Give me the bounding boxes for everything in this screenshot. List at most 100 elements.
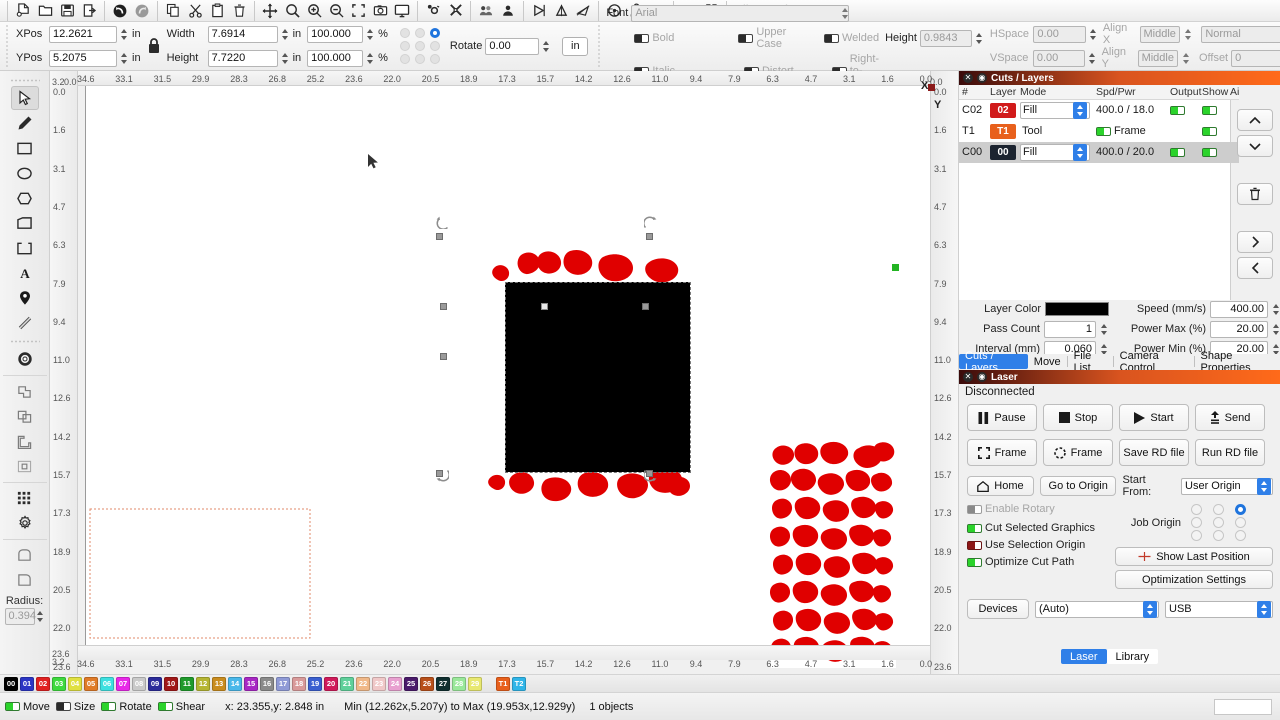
fillet-round-tool[interactable] [11, 543, 39, 567]
zoom-out-icon[interactable] [325, 1, 347, 21]
redo-icon[interactable] [131, 1, 153, 21]
position-marker-tool[interactable] [11, 286, 39, 310]
polygon-tool[interactable] [11, 186, 39, 210]
show-toggle[interactable] [1202, 147, 1217, 157]
shear-toggle[interactable] [157, 702, 173, 711]
tab-cuts-layers[interactable]: Cuts / Layers [959, 350, 1028, 374]
cut-icon[interactable] [184, 1, 206, 21]
layer-color-swatch[interactable]: 00 [990, 144, 1016, 160]
offset-input[interactable]: 0 [1231, 49, 1280, 67]
rotate-handle-tl[interactable] [436, 216, 449, 230]
start-from-combobox[interactable]: User Origin [1181, 477, 1273, 495]
gear-tool[interactable] [11, 511, 39, 535]
zoom-in-icon[interactable] [303, 1, 325, 21]
job-origin-1[interactable] [1212, 504, 1224, 515]
rotate-stepper[interactable] [542, 38, 551, 55]
rectangle-tool[interactable] [11, 136, 39, 160]
show-toggle[interactable] [1202, 105, 1217, 115]
palette-color-07[interactable]: 07 [116, 676, 130, 691]
radius-stepper[interactable] [36, 608, 45, 625]
bracket-tool[interactable] [11, 236, 39, 260]
cut-selected-toggle[interactable] [967, 523, 982, 533]
xpos-stepper[interactable] [120, 26, 129, 43]
artwork-layer[interactable] [50, 71, 958, 674]
anchor-point-3[interactable] [399, 41, 410, 51]
rotate-toggle[interactable] [101, 702, 117, 711]
move-up-button[interactable] [1237, 109, 1273, 131]
palette-color-01[interactable]: 01 [20, 676, 34, 691]
palette-tool-T1[interactable]: T1 [496, 676, 510, 691]
boolean-intersect-tool[interactable] [11, 429, 39, 453]
job-origin-7[interactable] [1212, 530, 1224, 541]
palette-color-11[interactable]: 11 [180, 676, 194, 691]
palette-color-16[interactable]: 16 [260, 676, 274, 691]
duplicate-icon[interactable] [162, 1, 184, 21]
height-input[interactable]: 7.7220 [207, 49, 278, 67]
anchor-point-2[interactable] [429, 28, 440, 38]
device-dropdown-arrow[interactable] [1143, 600, 1157, 618]
layer-color-swatch[interactable]: T1 [990, 123, 1016, 139]
array-tool[interactable] [11, 486, 39, 510]
job-origin-3[interactable] [1190, 517, 1202, 528]
palette-color-18[interactable]: 18 [292, 676, 306, 691]
palette-color-20[interactable]: 20 [324, 676, 338, 691]
welded-checkbox[interactable]: Welded [823, 32, 879, 44]
size-toggle-group[interactable]: Size [55, 701, 95, 713]
palette-color-10[interactable]: 10 [164, 676, 178, 691]
text-height-input[interactable]: 0.9843 [919, 29, 972, 47]
size-toggle[interactable] [55, 702, 71, 711]
measure-tool[interactable] [11, 311, 39, 335]
palette-color-05[interactable]: 05 [84, 676, 98, 691]
job-origin-grid[interactable] [1185, 503, 1251, 542]
anchor-point-6[interactable] [399, 54, 410, 64]
palette-color-23[interactable]: 23 [372, 676, 386, 691]
aligny-dropdown-arrow[interactable] [1181, 50, 1192, 67]
power-max-stepper[interactable] [1272, 321, 1280, 338]
device-settings-icon[interactable] [444, 1, 466, 21]
float-icon[interactable]: ◉ [977, 372, 987, 382]
settings-icon[interactable] [422, 1, 444, 21]
rotate-handle-tr[interactable] [643, 216, 657, 229]
boolean-exclude-tool[interactable] [11, 454, 39, 478]
prev-button[interactable] [1237, 257, 1273, 279]
tab-library[interactable]: Library [1106, 649, 1159, 664]
connection-combobox[interactable]: USB [1165, 600, 1273, 618]
show-last-position-button[interactable]: Show Last Position [1115, 547, 1273, 566]
layer-color-swatch[interactable]: 02 [990, 102, 1016, 118]
palette-color-24[interactable]: 24 [388, 676, 402, 691]
next-button[interactable] [1237, 231, 1273, 253]
uppercase-toggle[interactable] [738, 33, 754, 43]
layer-color-swatch-field[interactable] [1045, 302, 1109, 316]
palette-color-03[interactable]: 03 [52, 676, 66, 691]
save-icon[interactable] [56, 1, 78, 21]
xpos-input[interactable]: 12.2621 [49, 25, 117, 43]
palette-color-14[interactable]: 14 [228, 676, 242, 691]
select-tool[interactable] [10, 86, 39, 110]
save-rd-file-button[interactable]: Save RD file [1119, 439, 1189, 466]
scale-height-stepper[interactable] [366, 50, 375, 67]
anchor-point-4[interactable] [414, 41, 425, 51]
palette-color-12[interactable]: 12 [196, 676, 210, 691]
bold-toggle[interactable] [634, 33, 650, 43]
anchor-point-5[interactable] [429, 41, 440, 51]
mode-dropdown-arrow[interactable] [1073, 143, 1087, 161]
use-selection-origin-checkbox[interactable]: Use Selection Origin [967, 539, 1115, 551]
delete-icon[interactable] [228, 1, 250, 21]
frame-square-button[interactable]: Frame [967, 439, 1037, 466]
zoom-fit-icon[interactable] [281, 1, 303, 21]
height-stepper[interactable] [281, 50, 290, 67]
palette-color-00[interactable]: 00 [4, 676, 18, 691]
delete-layer-button[interactable] [1237, 183, 1273, 205]
output-toggle[interactable] [1170, 105, 1185, 115]
anchor-point-8[interactable] [429, 54, 440, 64]
job-origin-5[interactable] [1234, 517, 1246, 528]
start-button[interactable]: Start [1119, 404, 1189, 431]
flip-horizontal-icon[interactable] [528, 1, 550, 21]
float-icon[interactable]: ◉ [977, 73, 987, 83]
output-toggle[interactable] [1170, 147, 1185, 157]
palette-color-28[interactable]: 28 [452, 676, 466, 691]
frame-camera-icon[interactable] [369, 1, 391, 21]
connection-dropdown-arrow[interactable] [1257, 600, 1271, 618]
show-toggle[interactable] [1202, 126, 1217, 136]
stop-button[interactable]: Stop [1043, 404, 1113, 431]
